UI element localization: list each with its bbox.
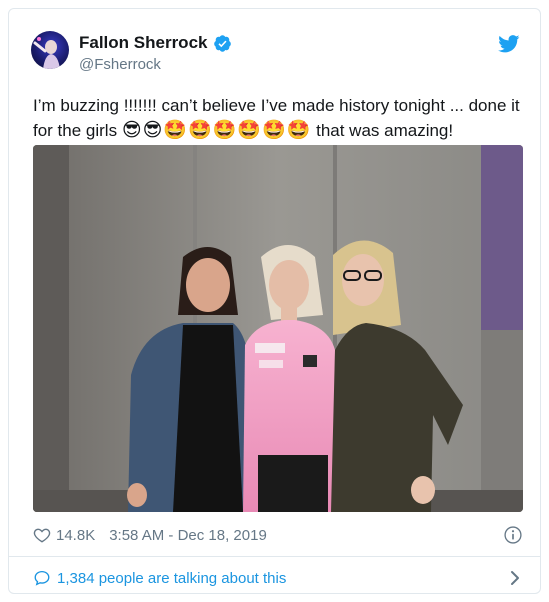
display-name[interactable]: Fallon Sherrock bbox=[79, 33, 207, 53]
avatar[interactable] bbox=[31, 31, 69, 69]
heart-icon[interactable] bbox=[33, 526, 51, 544]
twitter-bird-icon[interactable] bbox=[498, 35, 520, 53]
chevron-right-icon[interactable] bbox=[507, 569, 523, 587]
user-handle[interactable]: @Fsherrock bbox=[79, 56, 161, 73]
tweet-timestamp[interactable]: 3:58 AM - Dec 18, 2019 bbox=[109, 527, 267, 544]
tweet-emojis: 😎😎🤩🤩🤩🤩🤩🤩 bbox=[121, 120, 312, 141]
info-icon[interactable] bbox=[503, 525, 523, 545]
divider bbox=[9, 556, 540, 557]
tweet-text-end: that was amazing! bbox=[311, 121, 454, 140]
tweet-card: Fallon Sherrock @Fsherrock I’m buzzing !… bbox=[8, 8, 541, 594]
tweet-photo[interactable] bbox=[33, 145, 523, 512]
verified-badge-icon bbox=[214, 34, 232, 52]
like-count[interactable]: 14.8K bbox=[56, 527, 95, 544]
tweet-meta: 14.8K 3:58 AM - Dec 18, 2019 bbox=[33, 522, 523, 548]
name-row: Fallon Sherrock bbox=[79, 33, 232, 53]
conversation-count: 1,384 people are talking about this bbox=[57, 569, 287, 587]
comment-bubble-icon bbox=[34, 570, 50, 586]
tweet-text: I’m buzzing !!!!!!! can’t believe I’ve m… bbox=[33, 93, 523, 143]
avatar-image bbox=[33, 37, 60, 69]
conversation-link[interactable]: 1,384 people are talking about this bbox=[33, 565, 523, 591]
tweet-header: Fallon Sherrock @Fsherrock bbox=[31, 31, 522, 77]
photo-image bbox=[33, 145, 523, 512]
